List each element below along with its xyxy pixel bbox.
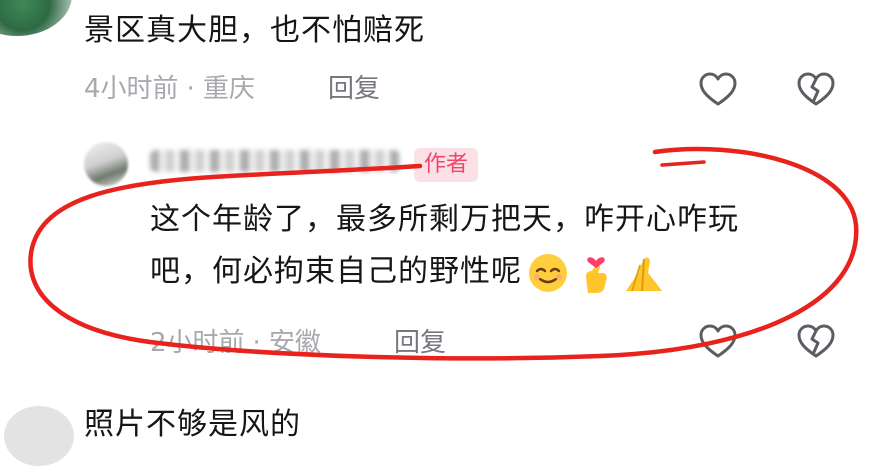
avatar[interactable] <box>84 142 128 186</box>
comment-text-line-2: 吧，何必拘束自己的野性呢 <box>150 246 850 298</box>
comment-text: 照片不够是风的 <box>84 407 301 442</box>
separator-dot: · <box>186 74 195 104</box>
comment-time: 4小时前 <box>84 74 179 104</box>
pray-emoji <box>622 251 666 295</box>
reply-button[interactable]: 回复 <box>394 326 446 360</box>
broken-heart-icon[interactable] <box>796 70 836 110</box>
comment-location: 安徽 <box>268 328 321 358</box>
username-blurred[interactable] <box>150 150 400 172</box>
comment-text-line: 这个年龄了，最多所剩万把天，咋开心咋玩 <box>150 202 739 237</box>
comment-time: 2小时前 <box>150 328 245 358</box>
like-heart-icon[interactable] <box>698 70 738 110</box>
separator-dot: · <box>252 328 261 358</box>
broken-heart-icon[interactable] <box>796 322 836 362</box>
comment-text: 这个年龄了，最多所剩万把天，咋开心咋玩 吧，何必拘束自己的野性呢 <box>150 194 850 298</box>
like-heart-icon[interactable] <box>698 322 738 362</box>
comment-location: 重庆 <box>202 74 255 104</box>
comment-meta: 2小时前 · 安徽 <box>150 326 321 360</box>
finger-heart-emoji <box>574 251 618 295</box>
comment-meta: 4小时前 · 重庆 <box>84 72 255 106</box>
comment-text-line: 吧，何必拘束自己的野性呢 <box>150 254 522 289</box>
avatar[interactable] <box>4 406 74 466</box>
comment-text: 景区真大胆，也不怕赔死 <box>84 13 425 48</box>
reply-button[interactable]: 回复 <box>328 72 380 106</box>
smiling-face-emoji <box>526 251 570 295</box>
author-badge: 作者 <box>414 148 479 182</box>
avatar[interactable] <box>0 0 72 36</box>
